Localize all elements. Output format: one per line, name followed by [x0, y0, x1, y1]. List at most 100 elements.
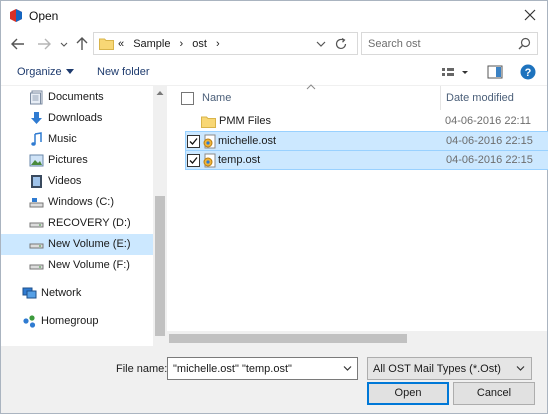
drive-icon — [29, 222, 44, 228]
back-arrow-icon[interactable] — [9, 35, 27, 53]
homegroup-icon — [23, 315, 36, 328]
file-name-field[interactable]: "michelle.ost" "temp.ost" — [167, 357, 358, 380]
sidebar-item-downloads[interactable]: Downloads — [1, 108, 153, 129]
pictures-icon — [29, 154, 44, 167]
file-name: temp.ost — [218, 154, 261, 166]
up-arrow-icon[interactable] — [73, 35, 91, 53]
sidebar-item-pictures[interactable]: Pictures — [1, 150, 153, 171]
column-name[interactable]: Name — [202, 92, 231, 104]
downloads-icon — [31, 112, 42, 124]
sidebar-item-homegroup[interactable]: Homegroup — [1, 311, 153, 332]
sidebar-item-label: RECOVERY (D:) — [48, 217, 131, 229]
app-icon — [10, 9, 22, 22]
scrollbar-thumb[interactable] — [155, 196, 165, 336]
column-divider[interactable] — [440, 86, 441, 110]
file-row-pmm-files[interactable]: PMM Files 04-06-2016 22:11 — [185, 112, 548, 132]
checkmark-icon — [189, 138, 198, 145]
breadcrumb-separator[interactable]: › — [216, 38, 220, 50]
documents-icon — [30, 90, 43, 105]
sidebar-item-label: Music — [48, 133, 77, 145]
drive-icon — [29, 243, 44, 249]
file-checkbox[interactable] — [187, 154, 200, 167]
column-date-modified[interactable]: Date modified — [446, 92, 514, 104]
forward-arrow-icon[interactable] — [35, 35, 53, 53]
sort-ascending-icon — [306, 84, 316, 90]
chevron-down-icon[interactable] — [316, 39, 326, 49]
command-bar: Organize New folder ? — [1, 59, 547, 86]
address-bar[interactable]: « Sample › ost › — [93, 32, 358, 55]
breadcrumb-overflow[interactable]: « — [118, 38, 124, 50]
sidebar-item-label: Homegroup — [41, 315, 99, 327]
search-box[interactable] — [361, 32, 538, 55]
caret-down-icon — [65, 69, 74, 74]
sidebar-item-label: Videos — [48, 175, 82, 187]
scroll-up-icon[interactable] — [156, 89, 164, 97]
drive-icon — [29, 264, 44, 270]
sidebar-item-windows-c[interactable]: Windows (C:) — [1, 192, 153, 213]
sidebar-item-documents[interactable]: Documents — [1, 87, 153, 108]
music-icon — [31, 132, 42, 146]
navigation-pane: Documents Downloads Music Pictures Video… — [1, 86, 167, 346]
close-icon[interactable] — [522, 7, 538, 23]
file-type-select[interactable]: All OST Mail Types (*.Ost) — [367, 357, 532, 380]
sidebar-item-label: Downloads — [48, 112, 103, 124]
network-icon — [22, 287, 37, 299]
open-dialog: Open « Sample › ost › Search ost Organiz… — [0, 0, 548, 414]
folder-icon — [99, 38, 114, 50]
window-title: Open — [29, 9, 59, 23]
svg-text:?: ? — [525, 67, 532, 79]
refresh-icon[interactable] — [334, 37, 348, 51]
title-bar[interactable]: Open — [1, 1, 547, 30]
breadcrumb-sample[interactable]: Sample — [133, 38, 170, 50]
sidebar-item-recovery-d[interactable]: RECOVERY (D:) — [1, 213, 153, 234]
file-date: 04-06-2016 22:15 — [446, 154, 533, 166]
videos-icon — [31, 175, 42, 188]
file-checkbox[interactable] — [187, 135, 200, 148]
help-icon[interactable]: ? — [520, 64, 536, 80]
breadcrumb[interactable]: « Sample › ost › — [118, 38, 226, 50]
preview-pane-icon[interactable] — [487, 65, 503, 79]
cancel-button[interactable]: Cancel — [453, 382, 535, 405]
sidebar-item-label: Pictures — [48, 154, 88, 166]
navigation-bar: « Sample › ost › — [1, 30, 547, 58]
file-list: Name Date modified PMM Files 04-06-2016 … — [167, 84, 548, 346]
open-button[interactable]: Open — [367, 382, 449, 405]
breadcrumb-separator[interactable]: › — [180, 38, 184, 50]
search-icon[interactable] — [518, 37, 531, 50]
sidebar-item-videos[interactable]: Videos — [1, 171, 153, 192]
file-name-label: File name: — [116, 363, 168, 375]
file-name: PMM Files — [219, 115, 271, 127]
chevron-down-icon[interactable] — [516, 365, 525, 372]
file-type-value: All OST Mail Types (*.Ost) — [373, 363, 501, 375]
file-row-temp-ost[interactable]: temp.ost 04-06-2016 22:15 — [185, 150, 548, 170]
chevron-down-icon[interactable] — [59, 35, 69, 53]
new-folder-button[interactable]: New folder — [97, 66, 150, 78]
sidebar-scrollbar[interactable] — [153, 86, 167, 346]
drive-icon — [29, 198, 44, 208]
file-name: michelle.ost — [218, 135, 277, 147]
scrollbar-thumb[interactable] — [169, 334, 407, 343]
select-all-checkbox[interactable] — [181, 92, 194, 105]
sidebar-item-network[interactable]: Network — [1, 283, 153, 304]
checkmark-icon — [189, 157, 198, 164]
sidebar-item-label: Documents — [48, 91, 104, 103]
file-list-scrollbar[interactable] — [167, 331, 547, 346]
chevron-down-icon[interactable] — [343, 365, 352, 372]
breadcrumb-ost[interactable]: ost — [192, 38, 207, 50]
file-row-michelle-ost[interactable]: michelle.ost 04-06-2016 22:15 — [185, 131, 548, 151]
sidebar-item-new-volume-f[interactable]: New Volume (F:) — [1, 255, 153, 276]
file-name-value: "michelle.ost" "temp.ost" — [173, 363, 292, 375]
search-input[interactable] — [368, 36, 508, 52]
column-header: Name Date modified — [167, 84, 547, 110]
folder-icon — [201, 116, 216, 128]
sidebar-item-new-volume-e[interactable]: New Volume (E:) — [1, 234, 153, 255]
sidebar-item-music[interactable]: Music — [1, 129, 153, 150]
dialog-footer: File name: "michelle.ost" "temp.ost" All… — [1, 346, 547, 413]
organize-button[interactable]: Organize — [17, 66, 74, 78]
sidebar-item-label: New Volume (E:) — [48, 238, 131, 250]
sidebar-item-label: Windows (C:) — [48, 196, 115, 208]
file-date: 04-06-2016 22:11 — [445, 115, 532, 127]
sidebar-item-label: Network — [41, 287, 82, 299]
organize-label: Organize — [17, 66, 62, 78]
view-options-icon[interactable] — [441, 66, 471, 80]
